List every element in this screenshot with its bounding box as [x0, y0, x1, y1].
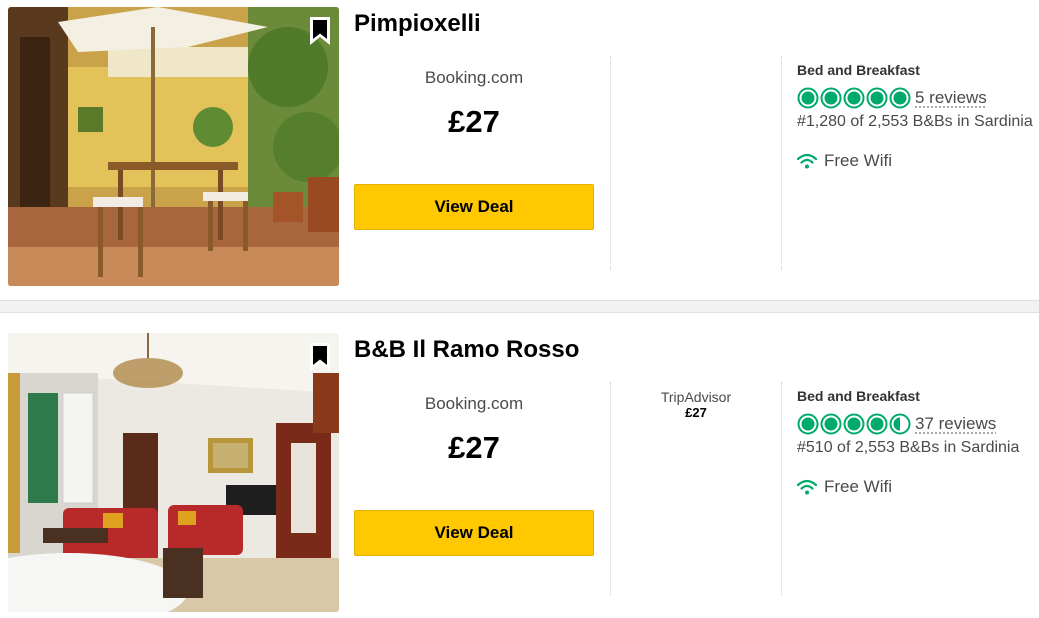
listing-separator: [0, 300, 1039, 313]
hotel-listing: B&B Il Ramo Rosso Booking.com £27 View D…: [0, 326, 1039, 618]
hotel-name[interactable]: B&B Il Ramo Rosso: [354, 336, 579, 364]
other-offer[interactable]: TripAdvisor £27: [612, 389, 780, 420]
rating-bubble-full-icon: [866, 87, 888, 109]
offer-provider: Booking.com: [424, 394, 524, 413]
rating-bubble-full-icon: [797, 413, 819, 435]
divider: [610, 56, 611, 270]
ranking-text: #510 of 2,553 B&Bs in Sardinia: [797, 439, 1020, 456]
other-offer-price: £27: [685, 405, 707, 420]
offer-price: £27: [448, 430, 500, 465]
view-deal-button[interactable]: View Deal: [354, 184, 594, 230]
hotel-photo[interactable]: [8, 7, 339, 286]
amenity-label: Free Wifi: [824, 151, 892, 170]
rating-bubble-full-icon: [866, 413, 888, 435]
view-deal-button[interactable]: View Deal: [354, 510, 594, 556]
other-offer-provider: TripAdvisor: [660, 389, 732, 405]
divider: [781, 56, 782, 270]
rating-bubbles: [797, 413, 911, 435]
hotel-listing: Pimpioxelli Booking.com £27 View Deal Be…: [0, 0, 1039, 300]
reviews-link[interactable]: 37 reviews: [915, 414, 996, 434]
property-type: Bed and Breakfast: [797, 388, 920, 404]
rating-bubble-full-icon: [889, 87, 911, 109]
ranking-text: #1,280 of 2,553 B&Bs in Sardinia: [797, 113, 1033, 130]
rating-bubble-full-icon: [843, 87, 865, 109]
hotel-name[interactable]: Pimpioxelli: [354, 10, 481, 38]
rating-bubble-full-icon: [797, 87, 819, 109]
rating-bubble-full-icon: [820, 413, 842, 435]
rating-bubbles: [797, 87, 911, 109]
bookmark-icon[interactable]: [309, 16, 331, 46]
hotel-photo[interactable]: [8, 333, 339, 612]
rating-bubble-full-icon: [820, 87, 842, 109]
bookmark-icon[interactable]: [309, 342, 331, 372]
rating-bubble-full-icon: [843, 413, 865, 435]
reviews-link[interactable]: 5 reviews: [915, 88, 987, 108]
property-type: Bed and Breakfast: [797, 62, 920, 78]
amenity-item: Free Wifi: [797, 477, 1039, 497]
amenity-label: Free Wifi: [824, 477, 892, 496]
offer-provider: Booking.com: [424, 68, 524, 87]
rating-bubble-half-icon: [889, 413, 911, 435]
amenity-item: Free Wifi: [797, 151, 1039, 171]
hotel-info: Bed and Breakfast 37 reviews #510 of 2,5…: [797, 388, 1039, 497]
divider: [781, 382, 782, 596]
hotel-info: Bed and Breakfast 5 reviews #1,280 of 2,…: [797, 62, 1039, 171]
offer-price: £27: [448, 104, 500, 139]
divider: [610, 382, 611, 596]
wifi-icon: [797, 479, 817, 495]
wifi-icon: [797, 153, 817, 169]
